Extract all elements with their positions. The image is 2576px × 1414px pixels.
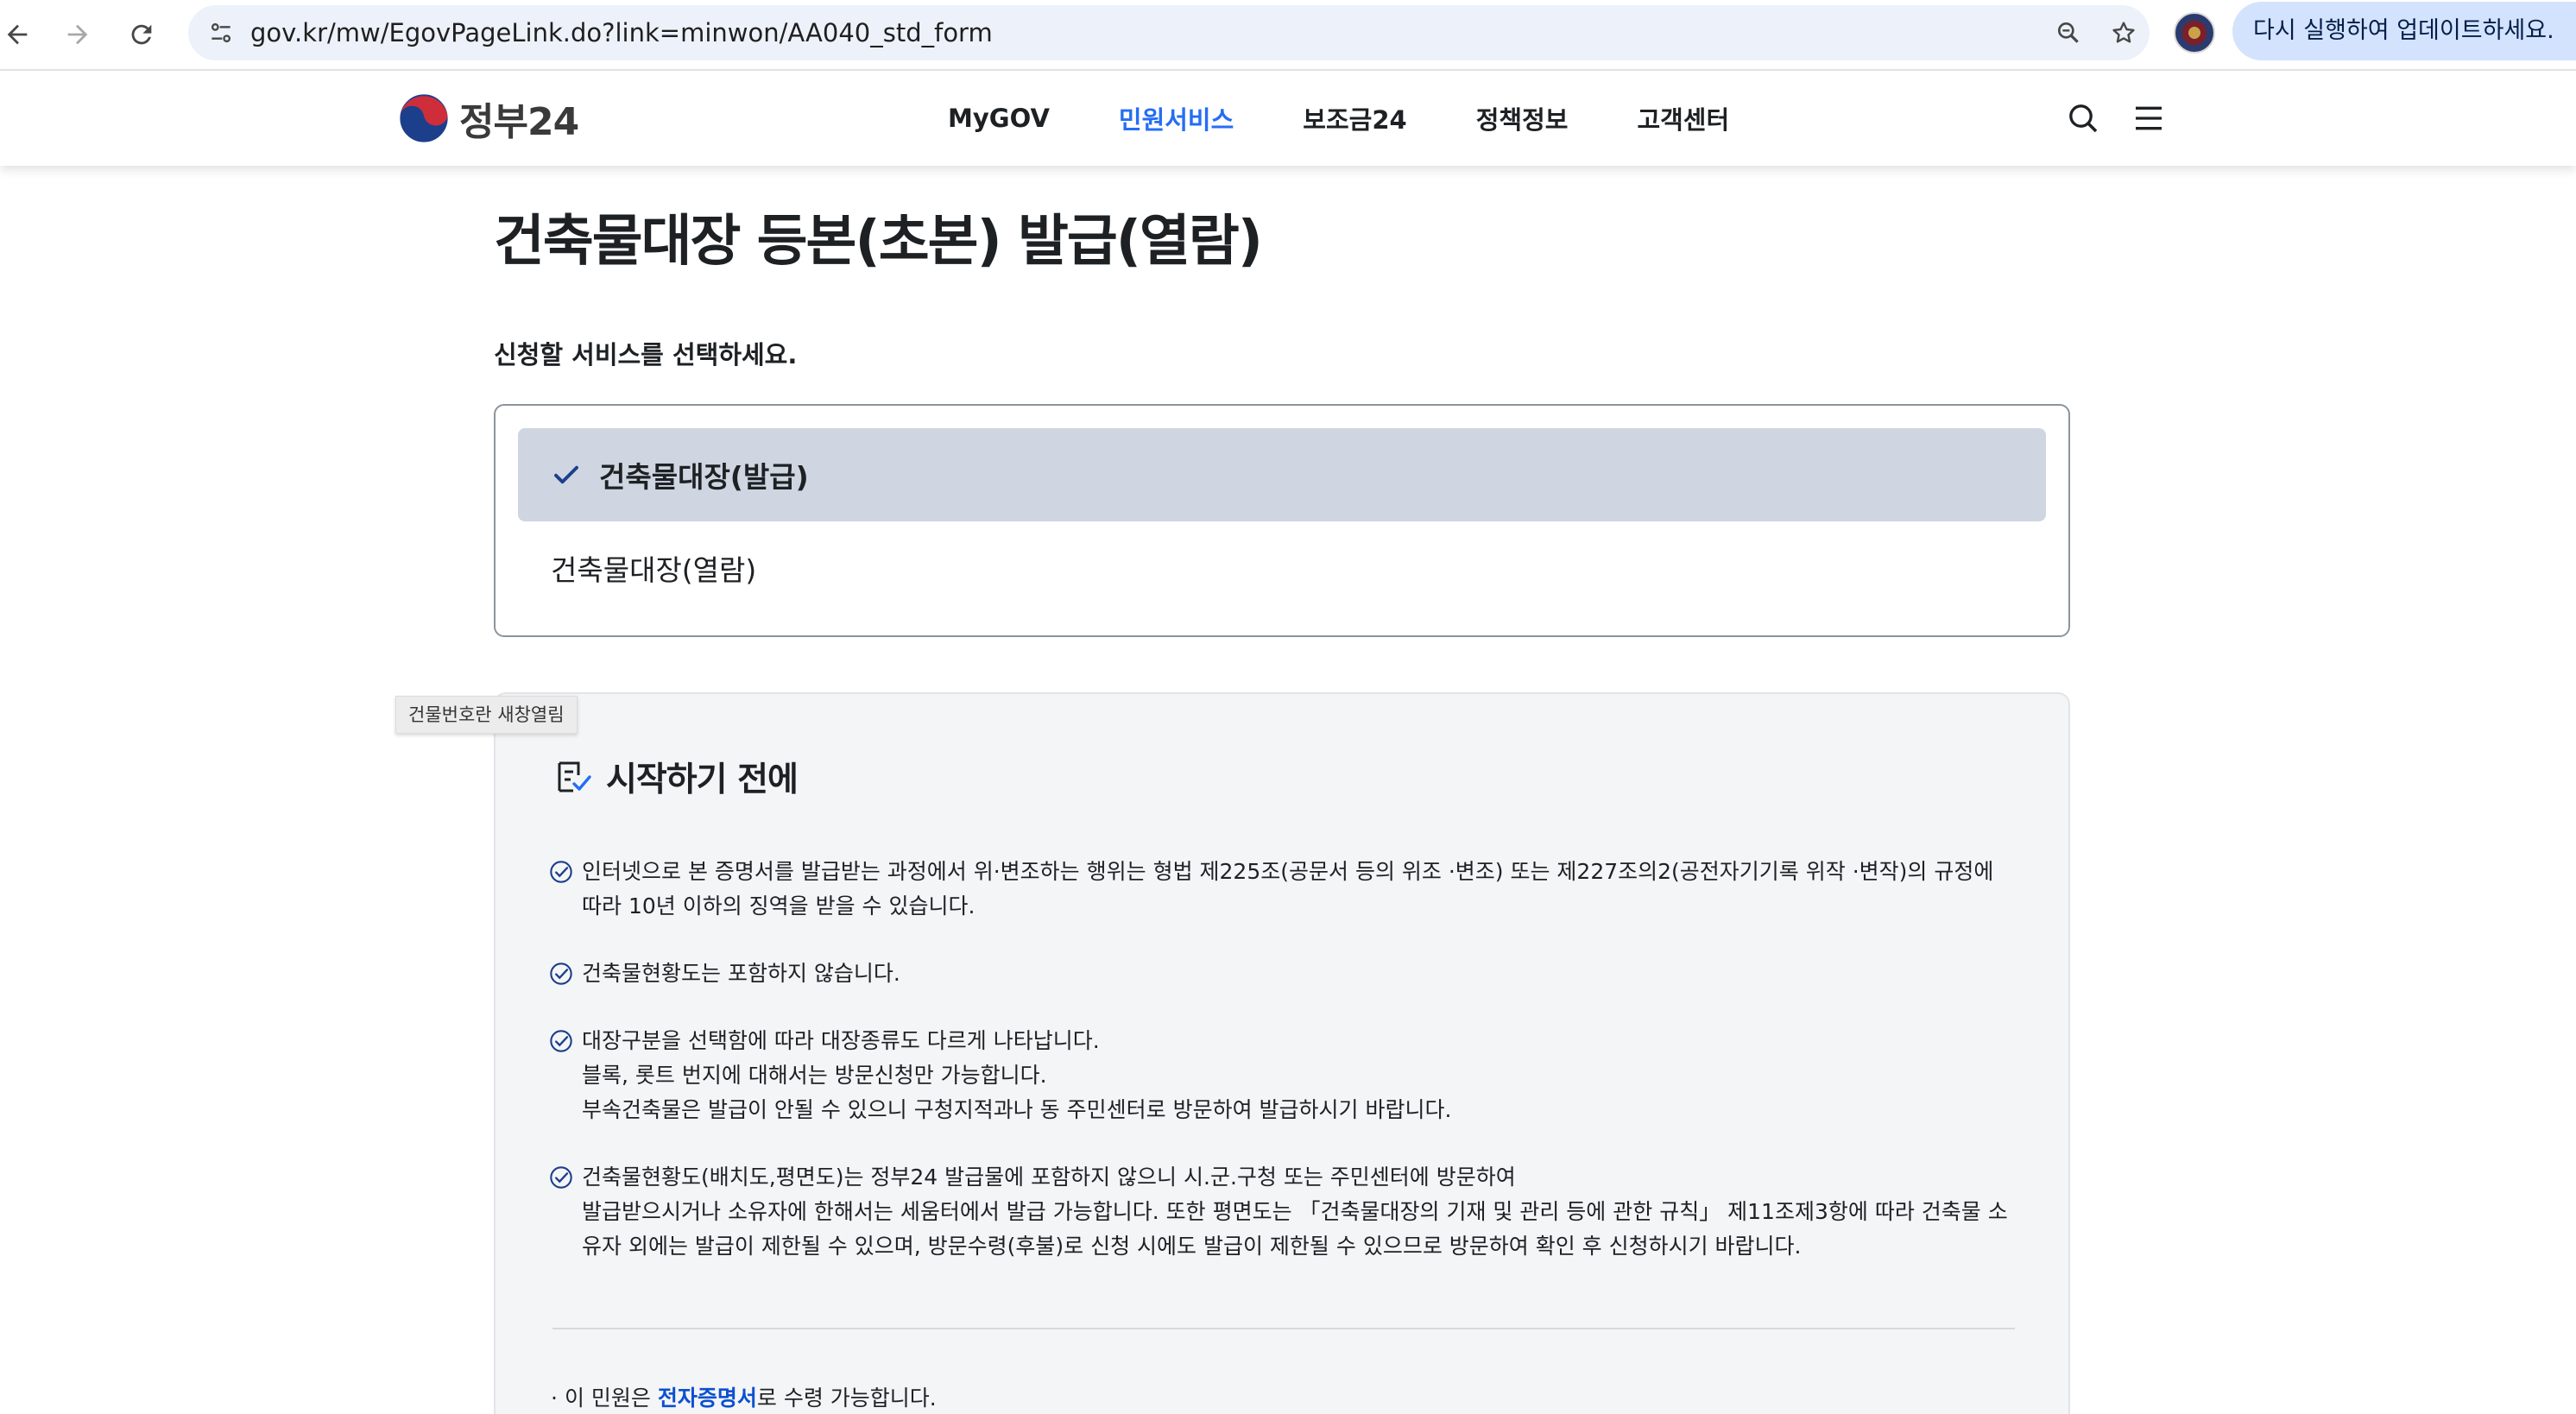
bookmark-star-icon[interactable]	[2103, 12, 2144, 54]
notice-line: 블록, 롯트 번지에 대해서는 방문신청만 가능합니다.	[582, 1063, 1047, 1088]
site-header: 정부24 MyGOV 민원서비스 보조금24 정책정보 고객센터	[0, 71, 2576, 166]
url-path: /mw/EgovPageLink.do?link=minwon/AA040_st…	[327, 18, 993, 47]
nav-item-mygov[interactable]: MyGOV	[948, 104, 1050, 133]
nav-item-civil-service[interactable]: 민원서비스	[1119, 100, 1234, 136]
notice-line: 건축물현황도는 포함하지 않습니다.	[582, 961, 900, 986]
page: gov.kr/mw/EgovPageLink.do?link=minwon/AA…	[0, 0, 2576, 1414]
logo-text: 정부24	[459, 100, 579, 144]
notice-list: 인터넷으로 본 증명서를 발급받는 과정에서 위·변조하는 행위는 형법 제22…	[549, 855, 2034, 1297]
notice-line: 발급받으시거나 소유자에 한해서는 세움터에서 발급 가능합니다. 또한 평면도…	[582, 1199, 2008, 1224]
notice-line: 따라 10년 이하의 징역을 받을 수 있습니다.	[582, 893, 975, 918]
service-select-box: 건축물대장(발급) 건축물대장(열람)	[494, 404, 2070, 637]
reload-icon[interactable]	[119, 12, 164, 57]
main-nav: MyGOV 민원서비스 보조금24 정책정보 고객센터	[948, 71, 1798, 166]
menu-icon[interactable]	[2127, 97, 2170, 140]
url-host: gov.kr	[250, 18, 327, 47]
info-title-text: 시작하기 전에	[606, 761, 799, 799]
url-text: gov.kr/mw/EgovPageLink.do?link=minwon/AA…	[250, 5, 993, 60]
bullet: ·	[551, 1386, 558, 1411]
select-heading: 신청할 서비스를 선택하세요.	[494, 340, 798, 369]
e-certificate-note: · 이 민원은 전자증명서로 수령 가능합니다.	[551, 1381, 937, 1412]
circle-check-icon	[550, 1166, 572, 1189]
nav-item-subsidy[interactable]: 보조금24	[1303, 100, 1406, 136]
note-prefix: 이 민원은	[564, 1386, 658, 1411]
notice-item: 인터넷으로 본 증명서를 발급받는 과정에서 위·변조하는 행위는 형법 제22…	[549, 855, 2034, 924]
address-bar[interactable]: gov.kr/mw/EgovPageLink.do?link=minwon/AA…	[188, 5, 2150, 60]
notice-line: 건축물현황도(배치도,평면도)는 정부24 발급물에 포함하지 않으니 시.군.…	[582, 1165, 1516, 1190]
notice-line: 대장구분을 선택함에 따라 대장종류도 다르게 나타납니다.	[582, 1028, 1100, 1053]
note-suffix: 로 수령 가능합니다.	[756, 1386, 937, 1411]
profile-avatar[interactable]	[2174, 12, 2215, 54]
notice-line: 부속건축물은 발급이 안될 수 있으니 구청지적과나 동 주민센터로 방문하여 …	[582, 1097, 1452, 1122]
checklist-icon	[558, 761, 591, 792]
back-icon[interactable]	[0, 12, 40, 57]
zoom-icon[interactable]	[2048, 12, 2089, 54]
option-issue[interactable]: 건축물대장(발급)	[518, 428, 2046, 521]
notice-line: 유자 외에는 발급이 제한될 수 있으며, 방문수령(후불)로 신청 시에도 발…	[582, 1234, 1802, 1259]
taegeuk-logo-icon	[399, 93, 449, 143]
divider	[552, 1328, 2015, 1329]
info-title: 시작하기 전에	[552, 753, 799, 801]
circle-check-icon	[550, 1030, 572, 1052]
logo[interactable]: 정부24	[397, 90, 579, 147]
nav-item-policy[interactable]: 정책정보	[1476, 100, 1569, 136]
notice-item: 건축물현황도는 포함하지 않습니다.	[549, 956, 2034, 991]
check-icon	[554, 465, 578, 484]
option-view[interactable]: 건축물대장(열람)	[518, 521, 2046, 615]
option-label: 건축물대장(발급)	[599, 460, 809, 494]
e-certificate-link[interactable]: 전자증명서	[658, 1386, 757, 1411]
forward-icon[interactable]	[55, 12, 100, 57]
notice-item: 대장구분을 선택함에 따라 대장종류도 다르게 나타납니다. 블록, 롯트 번지…	[549, 1024, 2034, 1127]
circle-check-icon	[550, 861, 572, 883]
update-button[interactable]: 다시 실행하여 업데이트하세요.	[2232, 2, 2576, 60]
search-icon[interactable]	[2061, 97, 2105, 140]
browser-toolbar: gov.kr/mw/EgovPageLink.do?link=minwon/AA…	[0, 0, 2576, 71]
option-label: 건축물대장(열람)	[551, 553, 757, 587]
nav-item-customer-center[interactable]: 고객센터	[1637, 100, 1729, 136]
notice-line: 인터넷으로 본 증명서를 발급받는 과정에서 위·변조하는 행위는 형법 제22…	[582, 859, 1994, 884]
tooltip: 건물번호란 새창열림	[395, 696, 578, 734]
page-title: 건축물대장 등본(초본) 발급(열람)	[494, 210, 1263, 274]
circle-check-icon	[550, 963, 572, 985]
site-info-icon[interactable]	[200, 12, 242, 54]
notice-item: 건축물현황도(배치도,평면도)는 정부24 발급물에 포함하지 않으니 시.군.…	[549, 1160, 2034, 1264]
before-start-box: 시작하기 전에 인터넷으로 본 증명서를 발급받는 과정에서 위·변조하는 행위…	[494, 692, 2070, 1414]
